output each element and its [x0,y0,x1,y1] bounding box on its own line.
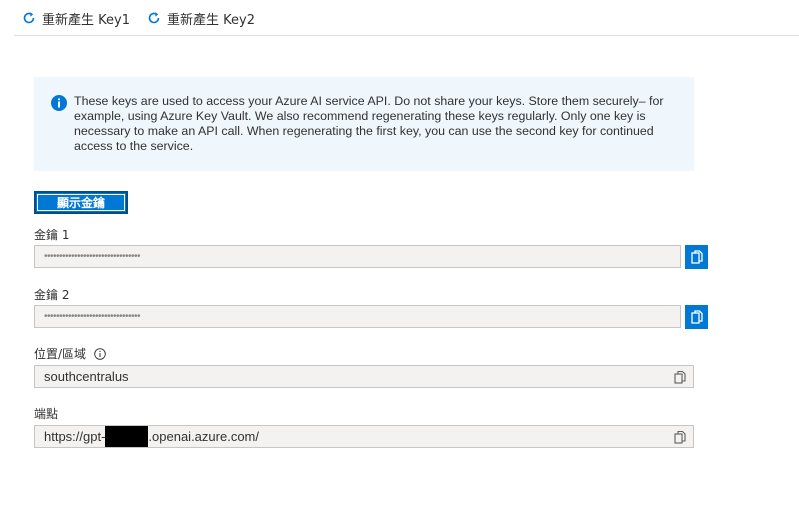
info-outline-icon[interactable] [94,348,106,363]
copy-icon [690,250,703,264]
copy-key1-button[interactable] [685,245,708,269]
key2-field[interactable]: •••••••••••••••••••••••••••••••• [34,305,681,328]
regenerate-key2-button[interactable]: 重新產生 Key2 [147,9,255,28]
refresh-icon [22,11,36,25]
endpoint-value-suffix: .openai.azure.com/ [148,429,259,444]
command-bar: 重新產生 Key1 重新產生 Key2 [14,0,799,36]
copy-key2-button[interactable] [685,305,708,329]
location-label: 位置/區域 [34,347,87,361]
location-field[interactable]: southcentralus [34,365,694,388]
regenerate-key2-label: 重新產生 Key2 [167,12,255,28]
regenerate-key1-label: 重新產生 Key1 [42,12,130,28]
key1-field[interactable]: •••••••••••••••••••••••••••••••• [34,245,681,268]
copy-icon [690,310,703,324]
key2-label: 金鑰 2 [34,288,70,302]
info-banner: These keys are used to access your Azure… [34,77,694,171]
regenerate-key1-button[interactable]: 重新產生 Key1 [22,9,130,28]
location-label-row: 位置/區域 [34,345,106,363]
endpoint-value-prefix: https://gpt- [44,429,106,444]
endpoint-field[interactable]: https://gpt- .openai.azure.com/ [34,425,694,448]
endpoint-label: 端點 [34,407,59,421]
info-icon [51,95,67,111]
copy-icon[interactable] [673,370,687,384]
redaction-block [105,426,149,447]
show-keys-button[interactable]: 顯示金鑰 [34,191,128,214]
location-value: southcentralus [44,369,129,384]
refresh-icon [147,11,161,25]
key1-label: 金鑰 1 [34,228,70,242]
info-banner-text: These keys are used to access your Azure… [74,94,664,153]
copy-icon[interactable] [673,430,687,444]
